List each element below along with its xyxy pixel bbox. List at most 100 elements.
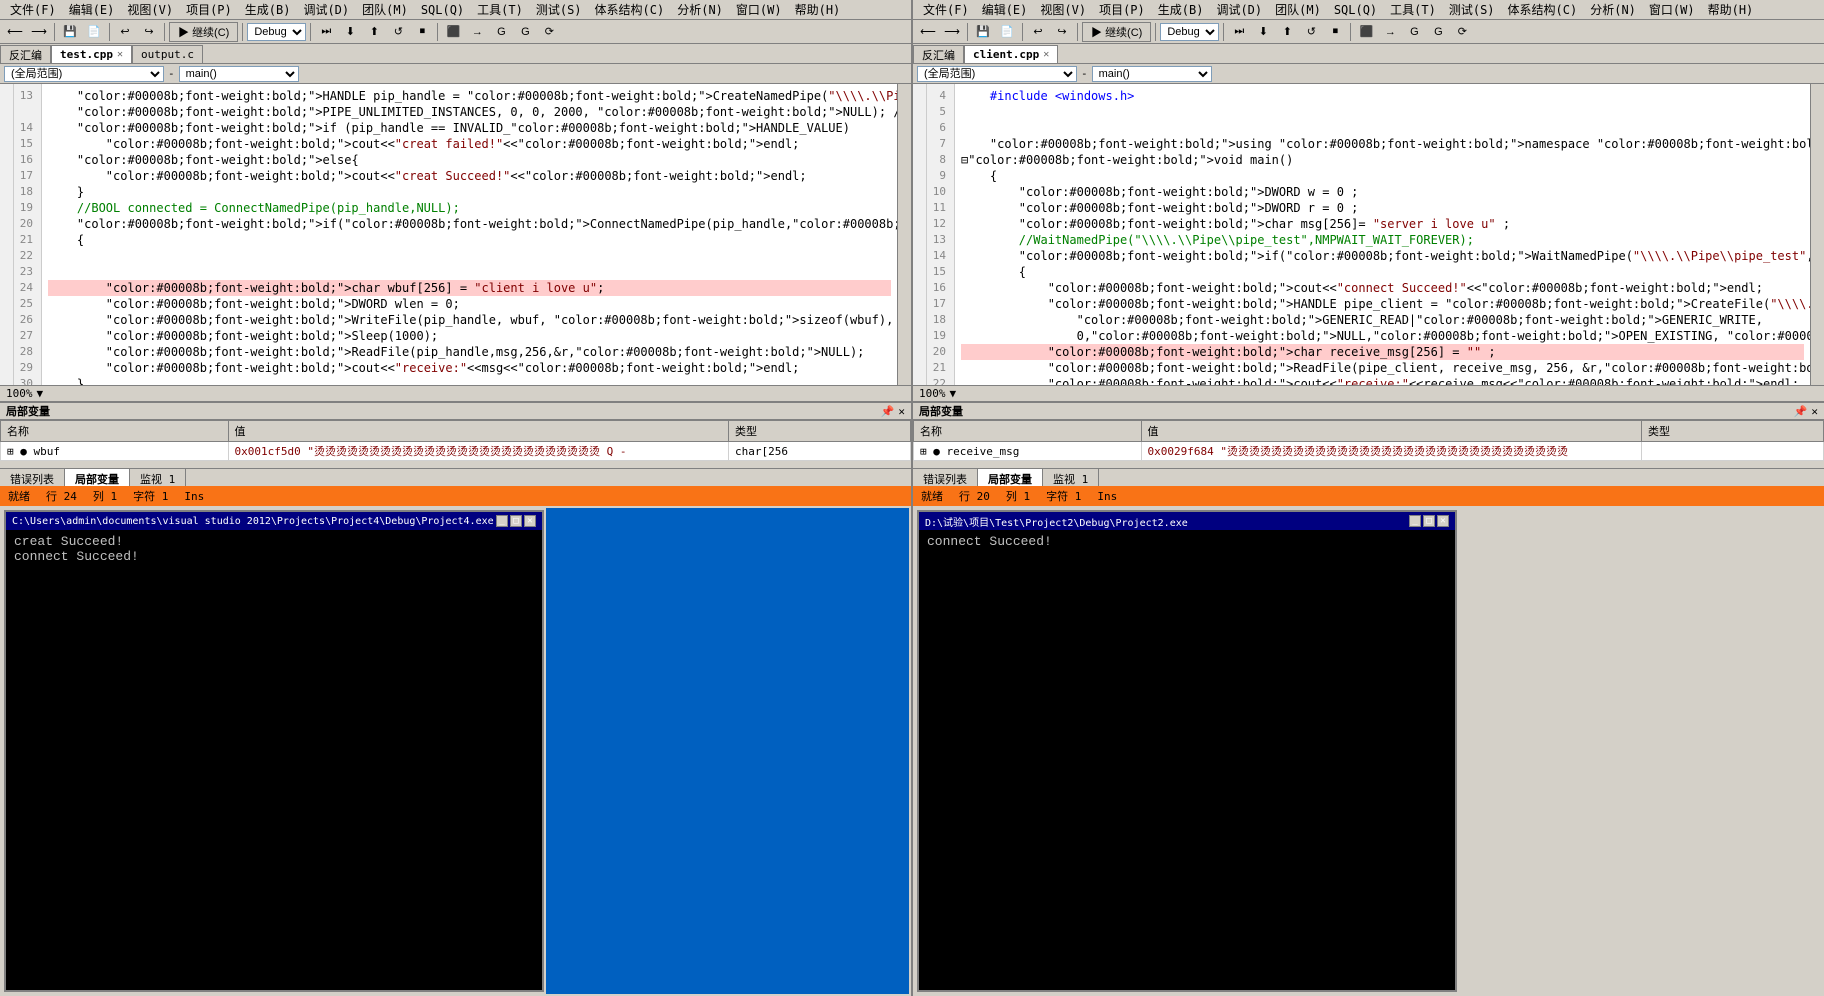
right-toolbar-refresh[interactable]: ⟳ bbox=[1451, 21, 1473, 43]
close-client-cpp[interactable]: ✕ bbox=[1043, 49, 1049, 60]
left-line-numbers: 1314151617181920212223242526272829303132… bbox=[14, 84, 42, 385]
left-scope-right[interactable]: main() bbox=[179, 66, 299, 82]
toolbar-forward[interactable]: ⟶ bbox=[28, 21, 50, 43]
left-menu-view[interactable]: 视图(V) bbox=[121, 0, 179, 19]
right-locals-close[interactable]: ✕ bbox=[1811, 405, 1818, 418]
right-toolbar-bp[interactable]: ⬛ bbox=[1355, 21, 1377, 43]
right-toolbar-undo[interactable]: ↩ bbox=[1027, 21, 1049, 43]
left-tab-locals[interactable]: 局部变量 bbox=[65, 469, 130, 486]
toolbar-nav2[interactable]: G bbox=[490, 21, 512, 43]
right-toolbar-step-out[interactable]: ⬆ bbox=[1276, 21, 1298, 43]
left-menu-test[interactable]: 测试(S) bbox=[530, 0, 588, 19]
left-menu-tools[interactable]: 工具(T) bbox=[471, 0, 529, 19]
code-line: "color:#00008b;font-weight:bold;">cout<<… bbox=[961, 280, 1804, 296]
tab-client-cpp[interactable]: client.cpp ✕ bbox=[964, 45, 1058, 63]
right-menu-help[interactable]: 帮助(H) bbox=[1702, 0, 1760, 19]
left-menu-sql[interactable]: SQL(Q) bbox=[415, 2, 470, 18]
left-menu-file[interactable]: 文件(F) bbox=[4, 0, 62, 19]
right-toolbar-save[interactable]: 💾 bbox=[972, 21, 994, 43]
toolbar-stop[interactable]: ⏹ bbox=[411, 21, 433, 43]
toolbar-refresh[interactable]: ⟳ bbox=[538, 21, 560, 43]
tab-test-cpp[interactable]: test.cpp ✕ bbox=[51, 45, 132, 63]
right-toolbar-continue[interactable]: ▶ 继续(C) bbox=[1082, 22, 1151, 42]
right-menu-window[interactable]: 窗口(W) bbox=[1643, 0, 1701, 19]
left-menu-analyze[interactable]: 分析(N) bbox=[671, 0, 729, 19]
toolbar-breakpoints[interactable]: ⬛ bbox=[442, 21, 464, 43]
right-toolbar-new[interactable]: 📄 bbox=[996, 21, 1018, 43]
right-menu-build[interactable]: 生成(B) bbox=[1152, 0, 1210, 19]
right-menu-edit[interactable]: 编辑(E) bbox=[976, 0, 1034, 19]
left-code-content[interactable]: "color:#00008b;font-weight:bold;">HANDLE… bbox=[42, 84, 897, 385]
right-locals-pin[interactable]: 📌 bbox=[1794, 405, 1808, 418]
right-menu-debug[interactable]: 调试(D) bbox=[1210, 0, 1268, 19]
left-menu-build[interactable]: 生成(B) bbox=[239, 0, 297, 19]
right-console-maximize[interactable]: □ bbox=[1423, 515, 1435, 527]
right-toolbar-restart[interactable]: ↺ bbox=[1300, 21, 1322, 43]
left-console-maximize[interactable]: □ bbox=[510, 515, 522, 527]
right-console-close[interactable]: ✕ bbox=[1437, 515, 1449, 527]
right-toolbar-back[interactable]: ⟵ bbox=[917, 21, 939, 43]
toolbar-debug-mode[interactable]: Debug bbox=[247, 23, 306, 41]
toolbar-step-out[interactable]: ⬆ bbox=[363, 21, 385, 43]
code-line bbox=[48, 264, 891, 280]
toolbar-nav1[interactable]: → bbox=[466, 21, 488, 43]
toolbar-continue[interactable]: ▶ 继续(C) bbox=[169, 22, 238, 42]
left-menu-edit[interactable]: 编辑(E) bbox=[63, 0, 121, 19]
left-menu-project[interactable]: 项目(P) bbox=[180, 0, 238, 19]
left-menu-arch[interactable]: 体系结构(C) bbox=[589, 0, 671, 19]
left-console-area: C:\Users\admin\documents\visual studio 2… bbox=[0, 506, 913, 996]
right-toolbar-redo[interactable]: ↪ bbox=[1051, 21, 1073, 43]
right-menu-file[interactable]: 文件(F) bbox=[917, 0, 975, 19]
right-menu-project[interactable]: 项目(P) bbox=[1093, 0, 1151, 19]
left-menu-team[interactable]: 团队(M) bbox=[356, 0, 414, 19]
right-menu-tools[interactable]: 工具(T) bbox=[1384, 0, 1442, 19]
right-menu-sql[interactable]: SQL(Q) bbox=[1328, 2, 1383, 18]
right-toolbar-forward[interactable]: ⟶ bbox=[941, 21, 963, 43]
toolbar-restart[interactable]: ↺ bbox=[387, 21, 409, 43]
toolbar-step-over[interactable]: ⏭ bbox=[315, 21, 337, 43]
left-menu-debug[interactable]: 调试(D) bbox=[297, 0, 355, 19]
toolbar-redo[interactable]: ↪ bbox=[138, 21, 160, 43]
toolbar-new[interactable]: 📄 bbox=[83, 21, 105, 43]
right-toolbar-nav3[interactable]: G bbox=[1427, 21, 1449, 43]
toolbar-step-in[interactable]: ⬇ bbox=[339, 21, 361, 43]
right-menu-view[interactable]: 视图(V) bbox=[1034, 0, 1092, 19]
right-menu-team[interactable]: 团队(M) bbox=[1269, 0, 1327, 19]
right-scope-left[interactable]: (全局范围) bbox=[917, 66, 1077, 82]
left-tab-errors[interactable]: 错误列表 bbox=[0, 469, 65, 486]
left-tab-watch1[interactable]: 监视 1 bbox=[130, 469, 186, 486]
right-toolbar-debug-mode[interactable]: Debug bbox=[1160, 23, 1219, 41]
left-locals-pin[interactable]: 📌 bbox=[881, 405, 895, 418]
toolbar-undo[interactable]: ↩ bbox=[114, 21, 136, 43]
right-toolbar-step-over[interactable]: ⏭ bbox=[1228, 21, 1250, 43]
toolbar-save-all[interactable]: 💾 bbox=[59, 21, 81, 43]
left-locals-close[interactable]: ✕ bbox=[898, 405, 905, 418]
right-toolbar-nav2[interactable]: G bbox=[1403, 21, 1425, 43]
tab-disassembly-right[interactable]: 反汇编 bbox=[913, 45, 964, 63]
right-toolbar-stop[interactable]: ⏹ bbox=[1324, 21, 1346, 43]
right-menu-test[interactable]: 测试(S) bbox=[1443, 0, 1501, 19]
left-console-close[interactable]: ✕ bbox=[524, 515, 536, 527]
code-line: "color:#00008b;font-weight:bold;">DWORD … bbox=[961, 184, 1804, 200]
right-scope-right[interactable]: main() bbox=[1092, 66, 1212, 82]
right-toolbar-step-in[interactable]: ⬇ bbox=[1252, 21, 1274, 43]
left-menu-window[interactable]: 窗口(W) bbox=[730, 0, 788, 19]
toolbar-back[interactable]: ⟵ bbox=[4, 21, 26, 43]
right-tab-locals[interactable]: 局部变量 bbox=[978, 469, 1043, 486]
right-menu-analyze[interactable]: 分析(N) bbox=[1584, 0, 1642, 19]
tab-output-c[interactable]: output.c bbox=[132, 45, 203, 63]
toolbar-nav3[interactable]: G bbox=[514, 21, 536, 43]
left-scope-left[interactable]: (全局范围) bbox=[4, 66, 164, 82]
right-tab-errors[interactable]: 错误列表 bbox=[913, 469, 978, 486]
left-console-minimize[interactable]: _ bbox=[496, 515, 508, 527]
right-scrollbar[interactable] bbox=[1810, 84, 1824, 385]
right-console-minimize[interactable]: _ bbox=[1409, 515, 1421, 527]
right-tab-watch1[interactable]: 监视 1 bbox=[1043, 469, 1099, 486]
left-menu-help[interactable]: 帮助(H) bbox=[789, 0, 847, 19]
right-toolbar-nav1[interactable]: → bbox=[1379, 21, 1401, 43]
right-code-content[interactable]: #include <windows.h> "color:#00008b;font… bbox=[955, 84, 1810, 385]
right-menu-arch[interactable]: 体系结构(C) bbox=[1502, 0, 1584, 19]
left-scrollbar[interactable] bbox=[897, 84, 911, 385]
tab-disassembly-left[interactable]: 反汇编 bbox=[0, 45, 51, 63]
close-test-cpp[interactable]: ✕ bbox=[117, 49, 123, 60]
